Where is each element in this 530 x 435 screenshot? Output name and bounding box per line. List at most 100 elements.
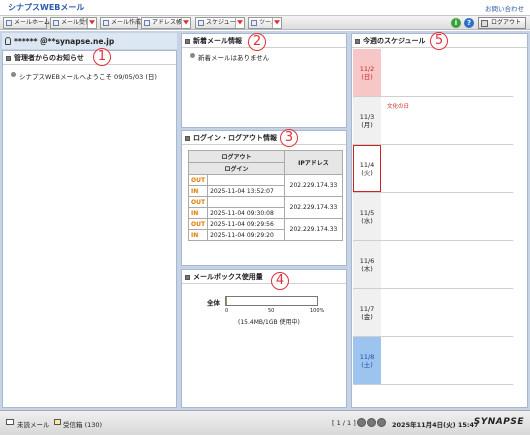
notices-title: 管理者からのお知らせ xyxy=(14,54,84,62)
in-label: IN xyxy=(187,207,209,219)
toolbar: メールホーム メール受信 メール作成 アドレス帳 スケジューラ ツール i ? … xyxy=(0,15,530,30)
scheduler-dropdown-icon[interactable] xyxy=(235,18,244,28)
out-time xyxy=(207,174,285,186)
tools-button[interactable]: ツール xyxy=(248,17,282,29)
schedule-date: 11/7 xyxy=(359,304,375,313)
out-time xyxy=(207,196,285,208)
schedule-day-row[interactable]: 11/4 (火) xyxy=(353,145,513,193)
in-time: 2025-11-04 09:29:20 xyxy=(207,229,285,241)
schedule-day-row[interactable]: 11/5 (水) xyxy=(353,193,513,241)
new-mail-title: 新着メール情報 xyxy=(193,37,242,45)
mailbox-pane: メールボックス使用量 全体 0 50 100% (15.4MB/1GB 使用中) xyxy=(181,269,347,408)
tools-icon xyxy=(251,20,257,26)
notices-pane: 管理者からのお知らせ シナプスWEBメールへようこそ 09/05/03 (日) xyxy=(2,50,177,408)
out-label: OUT xyxy=(187,218,209,230)
mail-receive-dropdown-icon[interactable] xyxy=(87,18,96,28)
schedule-date: 11/6 xyxy=(359,256,375,265)
notice-item[interactable]: シナプスWEBメールへようこそ 09/05/03 (日) xyxy=(11,71,157,81)
usage-label: 全体 xyxy=(207,299,220,307)
ip-column-header: IPアドレス xyxy=(284,150,343,175)
ip-address: 202.229.174.33 xyxy=(284,196,343,219)
prev-page-icon[interactable] xyxy=(357,418,366,427)
schedule-day-row[interactable]: 11/8 (土) xyxy=(353,337,513,385)
next-page-icon[interactable] xyxy=(377,418,386,427)
tools-dropdown-icon[interactable] xyxy=(272,18,281,28)
usage-caption: (15.4MB/1GB 使用中) xyxy=(238,319,300,326)
title-bar: シナプスWEBメール お問い合わせ xyxy=(0,0,530,14)
schedule-day-cell[interactable]: 11/5 (水) xyxy=(353,193,381,240)
usage-tick: 100% xyxy=(310,308,325,314)
annotation-marker: 5 xyxy=(430,32,448,50)
schedule-day-cell[interactable]: 11/6 (木) xyxy=(353,241,381,288)
left-frame: ****** ＠**synapse.ne.jp 管理者からのお知らせ シナプスW… xyxy=(0,31,179,410)
schedule-weekday: (金) xyxy=(361,312,373,321)
new-mail-empty-text: 新着メールはありません xyxy=(198,54,270,62)
schedule-day-row[interactable]: 11/7 (金) xyxy=(353,289,513,337)
compose-icon xyxy=(103,20,109,26)
logout-icon xyxy=(481,20,488,27)
schedule-day-cell[interactable]: 11/4 (火) xyxy=(353,145,381,192)
brand-logo: SYNAPSE xyxy=(473,417,524,427)
schedule-event: 文化の日 xyxy=(387,104,410,110)
usage-tick: 0 xyxy=(225,308,229,314)
address-book-button[interactable]: アドレス帳 xyxy=(141,17,191,29)
mail-icon xyxy=(6,419,14,425)
section-icon xyxy=(185,136,190,141)
schedule-weekday: (水) xyxy=(361,216,373,225)
login-table: ログアウト IPアドレス ログイン OUT 202.229.174.33 IN … xyxy=(187,150,343,241)
new-mail-status: 新着メールはありません xyxy=(190,52,269,62)
ip-address: 202.229.174.33 xyxy=(284,174,343,197)
out-label: OUT xyxy=(187,174,209,186)
inbox-link[interactable]: 受信箱 (130) xyxy=(63,419,102,429)
calendar-icon xyxy=(198,20,204,26)
middle-frame: 新着メール情報 新着メールはありません ログイン・ログアウト情報 ログアウト I… xyxy=(179,31,349,410)
help-icon[interactable]: ? xyxy=(464,18,474,28)
schedule-day-cell[interactable]: 11/7 (金) xyxy=(353,289,381,336)
section-icon xyxy=(6,56,11,61)
contact-link[interactable]: お問い合わせ xyxy=(485,3,524,13)
bullet-icon xyxy=(190,53,195,58)
mailbox-header: メールボックス使用量 xyxy=(182,270,346,284)
mail-compose-label: メール作成 xyxy=(111,19,142,26)
info-icon[interactable]: i xyxy=(451,18,461,28)
schedule-date: 11/4 xyxy=(359,160,375,169)
schedule-date: 11/5 xyxy=(359,208,375,217)
schedule-day-row[interactable]: 11/3 (月) 文化の日 xyxy=(353,97,513,145)
section-icon xyxy=(185,39,190,44)
login-info-pane: ログイン・ログアウト情報 ログアウト IPアドレス ログイン OUT 202.2… xyxy=(181,130,347,266)
inbox-icon xyxy=(54,419,61,425)
bullet-icon xyxy=(11,72,16,77)
schedule-day-cell[interactable]: 11/2 (日) xyxy=(353,49,381,96)
login-info-header: ログイン・ログアウト情報 xyxy=(182,131,346,145)
logout-button[interactable]: ログアウト xyxy=(478,17,526,29)
section-icon xyxy=(355,39,360,44)
address-book-label: アドレス帳 xyxy=(152,19,183,26)
login-info-title: ログイン・ログアウト情報 xyxy=(193,134,277,142)
mail-compose-button[interactable]: メール作成 xyxy=(100,17,142,29)
address-book-dropdown-icon[interactable] xyxy=(181,18,190,28)
schedule-weekday: (土) xyxy=(361,360,373,369)
mail-receive-button[interactable]: メール受信 xyxy=(50,17,97,29)
out-label: OUT xyxy=(187,196,209,208)
schedule-date: 11/8 xyxy=(359,352,375,361)
schedule-day-row[interactable]: 11/6 (木) xyxy=(353,241,513,289)
schedule-day-row[interactable]: 11/2 (日) xyxy=(353,49,513,97)
logout-column-header: ログアウト xyxy=(188,150,285,163)
in-time: 2025-11-04 13:52:07 xyxy=(207,185,285,197)
mail-home-button[interactable]: メールホーム xyxy=(3,17,50,29)
schedule-day-cell[interactable]: 11/3 (月) xyxy=(353,97,381,144)
unread-mail-link[interactable]: 未読メール xyxy=(17,419,50,429)
mailbox-title: メールボックス使用量 xyxy=(193,273,263,281)
user-bar: ****** ＠**synapse.ne.jp xyxy=(2,33,177,49)
table-row: OUT 202.229.174.33 xyxy=(187,196,343,219)
login-column-header: ログイン xyxy=(188,162,285,175)
logout-label: ログアウト xyxy=(491,19,522,26)
annotation-marker: 1 xyxy=(93,48,111,66)
annotation-marker: 4 xyxy=(271,272,289,290)
scheduler-button[interactable]: スケジューラ xyxy=(195,17,245,29)
schedule-day-cell[interactable]: 11/8 (土) xyxy=(353,337,381,384)
refresh-icon[interactable] xyxy=(367,418,376,427)
table-row: OUT 2025-11-04 09:29:56 202.229.174.33 xyxy=(187,218,343,241)
right-frame: 今週のスケジュール 11/2 (日) 11/3 (月) 文化の日 11/4 (火) 11/5(… xyxy=(349,31,530,410)
section-icon xyxy=(185,275,190,280)
